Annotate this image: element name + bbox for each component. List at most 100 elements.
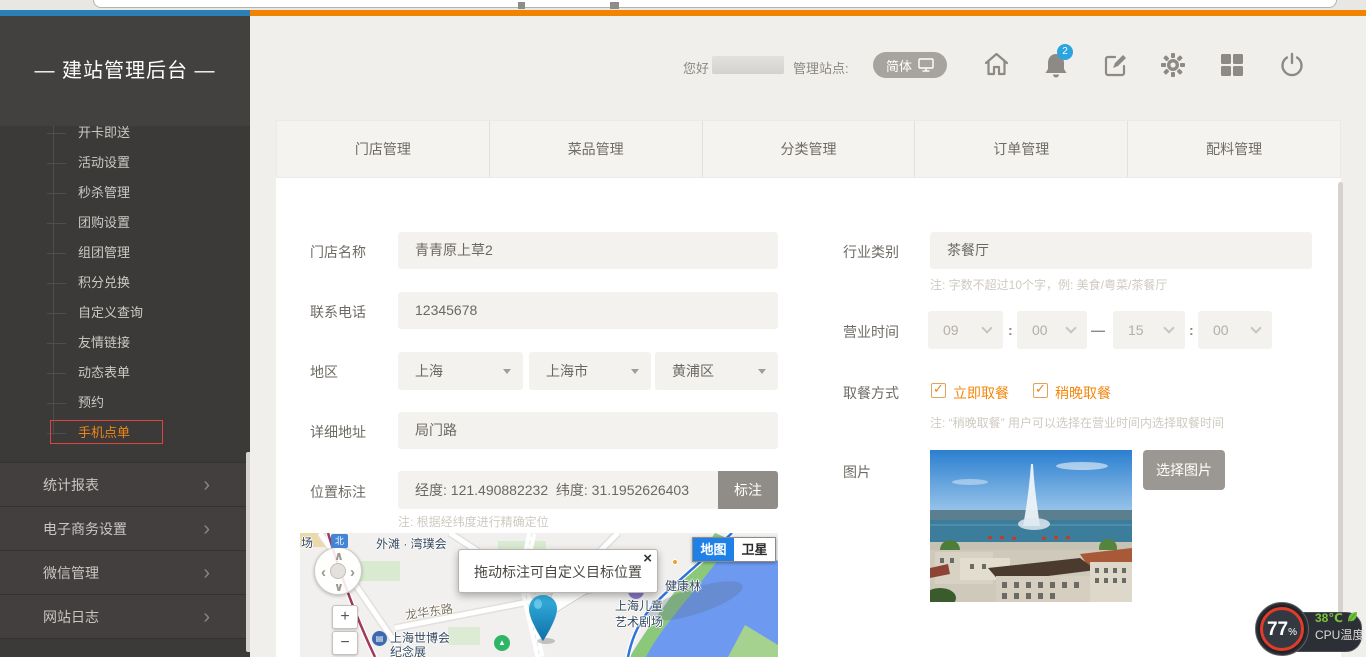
map-pan-control[interactable]: ∧ ∨ ‹ ›: [314, 547, 362, 595]
poi-dot: [672, 559, 678, 565]
map-tooltip-text: 拖动标注可自定义目标位置: [459, 550, 657, 594]
tab-category-management[interactable]: 分类管理: [703, 121, 916, 177]
chevron-right-icon: ›: [203, 551, 210, 595]
map-label-children-theater: 上海儿童: [615, 597, 663, 614]
pickup-now-label[interactable]: 立即取餐: [953, 383, 1009, 403]
tab-store-management[interactable]: 门店管理: [277, 121, 490, 177]
browser-omnibox[interactable]: [93, 0, 1337, 8]
sidebar-item-booking[interactable]: 预约: [0, 388, 250, 418]
map-label-children-theater2: 艺术剧场: [615, 613, 663, 630]
chevron-down-icon: [1163, 322, 1174, 333]
sidebar-item-groupbuy[interactable]: 团购设置: [0, 208, 250, 238]
province-select[interactable]: 上海: [398, 352, 523, 390]
zoom-out-button[interactable]: −: [332, 631, 358, 655]
open-hour-select[interactable]: 09: [928, 311, 1003, 349]
park-poi-icon[interactable]: ▲: [494, 635, 510, 651]
leaf-icon: [1347, 611, 1358, 623]
notification-badge: 2: [1057, 44, 1073, 60]
home-icon[interactable]: [983, 51, 1010, 78]
close-minute-select[interactable]: 00: [1198, 311, 1272, 349]
manage-site-label: 管理站点:: [793, 58, 849, 77]
greeting-label: 您好: [683, 58, 709, 77]
chevron-right-icon: ›: [203, 463, 210, 507]
industry-input[interactable]: 茶餐厅: [930, 232, 1312, 269]
sidebar-item-custom-query[interactable]: 自定义查询: [0, 298, 250, 328]
store-name-label: 门店名称: [310, 242, 366, 262]
pickup-later-checkbox[interactable]: ✓: [1033, 383, 1048, 398]
north-indicator: 北: [331, 534, 348, 548]
museum-poi-icon[interactable]: ▤: [372, 631, 387, 646]
hours-label: 营业时间: [843, 322, 899, 342]
edit-icon[interactable]: [1103, 53, 1128, 78]
pan-up-icon[interactable]: ∧: [334, 549, 344, 563]
store-photo: [930, 450, 1132, 602]
sidebar-section-statistics[interactable]: 统计报表›: [0, 462, 250, 506]
map-label-health-forest: 健康林: [665, 577, 701, 594]
map-mode-button[interactable]: 地图: [693, 538, 734, 561]
pickup-now-checkbox[interactable]: ✓: [931, 383, 946, 398]
satellite-mode-button[interactable]: 卫星: [734, 538, 775, 561]
cpu-temp-text: 38℃ CPU温度: [1315, 609, 1364, 644]
sidebar-section-site-log[interactable]: 网站日志›: [0, 594, 250, 638]
sidebar-item-activity[interactable]: 活动设置: [0, 148, 250, 178]
industry-note: 注: 字数不超过10个字，例: 美食/粤菜/茶餐厅: [930, 276, 1167, 293]
module-tabs: 门店管理 菜品管理 分类管理 订单管理 配料管理: [276, 120, 1341, 178]
app-title: — 建站管理后台 —: [0, 16, 250, 126]
pan-right-icon[interactable]: ›: [350, 564, 355, 581]
map-widget[interactable]: 场 外滩 · 湾璞会 龙华东路 健康林 上海儿童 艺术剧场 上海世博会 纪念展 …: [300, 533, 778, 657]
gear-icon[interactable]: [1161, 53, 1185, 77]
chevron-down-icon: [1250, 322, 1261, 333]
pan-down-icon[interactable]: ∨: [334, 580, 344, 594]
choose-image-button[interactable]: 选择图片: [1143, 450, 1225, 490]
longitude-value: 121.490882232: [451, 482, 548, 498]
district-select[interactable]: 黄浦区: [655, 352, 778, 390]
dropdown-arrow-icon: [631, 369, 639, 374]
mark-location-button[interactable]: 标注: [718, 471, 778, 509]
cpu-percent-value: 77: [1267, 619, 1288, 640]
dropdown-arrow-icon: [758, 369, 766, 374]
location-input[interactable]: 经度: 121.490882232 纬度: 31.1952626403: [398, 471, 718, 509]
close-hour-select[interactable]: 15: [1113, 311, 1185, 349]
sidebar-section-wechat[interactable]: 微信管理›: [0, 550, 250, 594]
map-tooltip: 拖动标注可自定义目标位置 ×: [458, 549, 658, 593]
tab-dish-management[interactable]: 菜品管理: [490, 121, 703, 177]
tab-ingredient-management[interactable]: 配料管理: [1128, 121, 1340, 177]
location-note: 注: 根据经纬度进行精确定位: [398, 513, 549, 530]
map-type-toggle: 地图 卫星: [692, 537, 776, 562]
cpu-temp-widget[interactable]: 77% 38℃ CPU温度: [1247, 602, 1366, 657]
pan-center-knob[interactable]: [330, 563, 346, 579]
sidebar-item-points[interactable]: 积分兑换: [0, 268, 250, 298]
tab-order-management[interactable]: 订单管理: [915, 121, 1128, 177]
browser-strip: [0, 0, 1366, 10]
city-select[interactable]: 上海市: [529, 352, 651, 390]
browser-glyph: [610, 2, 619, 9]
language-switch-button[interactable]: 简体: [873, 52, 947, 78]
phone-label: 联系电话: [310, 302, 366, 322]
sidebar-item-teambuy[interactable]: 组团管理: [0, 238, 250, 268]
sidebar-item-seckill[interactable]: 秒杀管理: [0, 178, 250, 208]
time-colon: :: [1189, 322, 1194, 338]
admin-dashboard: — 建站管理后台 — 开卡即送 活动设置 秒杀管理 团购设置 组团管理 积分兑换…: [0, 0, 1366, 657]
address-input[interactable]: 局门路: [398, 412, 778, 449]
content-scrollbar[interactable]: [1338, 182, 1343, 650]
image-label: 图片: [843, 462, 871, 482]
active-item-highlight-box: [50, 420, 163, 444]
sidebar-scrollbar[interactable]: [246, 452, 250, 652]
open-minute-select[interactable]: 00: [1017, 311, 1087, 349]
sidebar-section-ecommerce[interactable]: 电子商务设置›: [0, 506, 250, 550]
sidebar-item-links[interactable]: 友情链接: [0, 328, 250, 358]
check-icon: ✓: [1035, 381, 1046, 397]
redacted-username: [712, 56, 784, 74]
map-label-expo2: 纪念展: [390, 643, 426, 657]
store-name-input[interactable]: 青青原上草2: [398, 232, 778, 269]
pan-left-icon[interactable]: ‹: [321, 564, 326, 581]
zoom-in-button[interactable]: +: [332, 605, 358, 629]
power-icon[interactable]: [1279, 52, 1305, 78]
map-label-partial: 场: [301, 534, 313, 551]
sidebar-item-dynamic-form[interactable]: 动态表单: [0, 358, 250, 388]
apps-grid-icon[interactable]: [1220, 53, 1244, 77]
map-pin-icon[interactable]: [526, 593, 562, 645]
pickup-later-label[interactable]: 稍晚取餐: [1055, 383, 1111, 403]
close-icon[interactable]: ×: [643, 550, 652, 567]
phone-input[interactable]: 12345678: [398, 292, 778, 329]
